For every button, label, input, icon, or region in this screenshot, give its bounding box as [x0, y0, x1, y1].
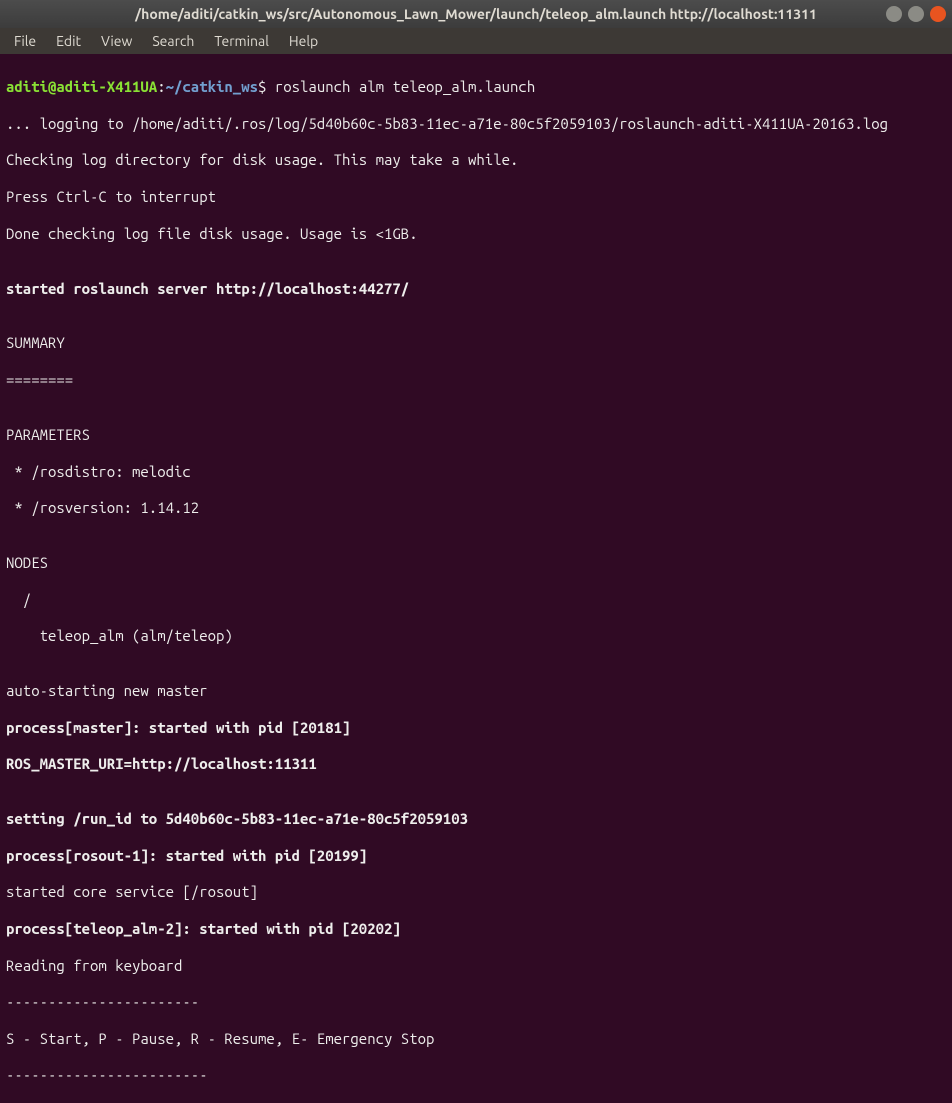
- prompt-sep: :: [157, 78, 165, 95]
- output-line: NODES: [6, 554, 946, 572]
- output-line: ROS_MASTER_URI=http://localhost:11311: [6, 755, 946, 773]
- output-line: ... logging to /home/aditi/.ros/log/5d40…: [6, 115, 946, 133]
- output-line: PARAMETERS: [6, 426, 946, 444]
- minimize-icon[interactable]: [886, 6, 902, 22]
- output-line: auto-starting new master: [6, 682, 946, 700]
- menu-view[interactable]: View: [93, 30, 140, 52]
- output-line: setting /run_id to 5d40b60c-5b83-11ec-a7…: [6, 810, 946, 828]
- output-line: Done checking log file disk usage. Usage…: [6, 225, 946, 243]
- output-line: started core service [/rosout]: [6, 883, 946, 901]
- window-controls: [886, 6, 946, 22]
- close-icon[interactable]: [930, 6, 946, 22]
- menu-file[interactable]: File: [6, 30, 44, 52]
- output-line: S - Start, P - Pause, R - Resume, E- Eme…: [6, 1030, 946, 1048]
- prompt-dollar: $: [258, 78, 275, 95]
- window-title: /home/aditi/catkin_ws/src/Autonomous_Law…: [135, 6, 817, 22]
- prompt-cwd: ~/catkin_ws: [166, 78, 258, 95]
- command-text: roslaunch alm teleop_alm.launch: [275, 78, 535, 95]
- output-line: SUMMARY: [6, 334, 946, 352]
- menu-search[interactable]: Search: [144, 30, 202, 52]
- menubar: File Edit View Search Terminal Help: [0, 28, 952, 54]
- output-line: process[rosout-1]: started with pid [201…: [6, 847, 946, 865]
- menu-edit[interactable]: Edit: [48, 30, 89, 52]
- output-line: * /rosversion: 1.14.12: [6, 499, 946, 517]
- output-line: process[master]: started with pid [20181…: [6, 719, 946, 737]
- titlebar: /home/aditi/catkin_ws/src/Autonomous_Law…: [0, 0, 952, 28]
- output-line: -----------------------: [6, 993, 946, 1011]
- maximize-icon[interactable]: [908, 6, 924, 22]
- output-line: process[teleop_alm-2]: started with pid …: [6, 920, 946, 938]
- menu-help[interactable]: Help: [281, 30, 326, 52]
- output-line: teleop_alm (alm/teleop): [6, 627, 946, 645]
- output-line: ------------------------: [6, 1066, 946, 1084]
- output-line: * /rosdistro: melodic: [6, 463, 946, 481]
- prompt-line: aditi@aditi-X411UA:~/catkin_ws$ roslaunc…: [6, 78, 946, 96]
- output-line: Checking log directory for disk usage. T…: [6, 151, 946, 169]
- output-line: started roslaunch server http://localhos…: [6, 280, 946, 298]
- output-line: ========: [6, 371, 946, 389]
- terminal-output[interactable]: aditi@aditi-X411UA:~/catkin_ws$ roslaunc…: [0, 54, 952, 1103]
- output-line: Reading from keyboard: [6, 957, 946, 975]
- prompt-userhost: aditi@aditi-X411UA: [6, 78, 157, 95]
- menu-terminal[interactable]: Terminal: [206, 30, 277, 52]
- output-line: /: [6, 591, 946, 609]
- output-line: Press Ctrl-C to interrupt: [6, 188, 946, 206]
